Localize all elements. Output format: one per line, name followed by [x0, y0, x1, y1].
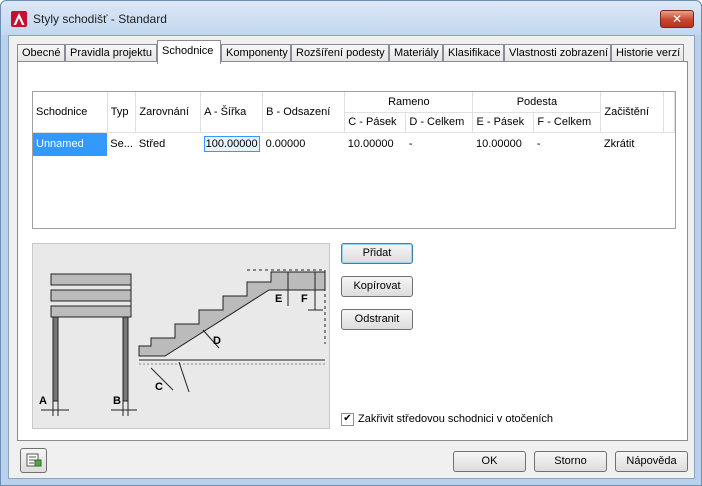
curve-center-stringer-option[interactable]: ✔ Zakřivit středovou schodnici v otočení…	[341, 411, 553, 427]
header-zacisteni[interactable]: Začištění	[600, 92, 664, 133]
label-f: F	[301, 293, 308, 305]
header-zarovnani[interactable]: Zarovnání	[135, 92, 202, 133]
cell-zarovnani[interactable]: Střed	[136, 132, 201, 156]
curve-center-stringer-checkbox[interactable]: ✔	[341, 412, 354, 426]
close-button[interactable]: ✕	[660, 10, 694, 28]
remove-button[interactable]: Odstranit	[341, 309, 413, 330]
stringers-grid: Schodnice Typ Zarovnání A - Šířka B - Od…	[32, 91, 676, 229]
header-e-pasek[interactable]: E - Pásek	[472, 112, 535, 133]
header-d-celkem[interactable]: D - Celkem	[405, 112, 474, 133]
header-group-rameno: Rameno	[344, 92, 474, 113]
label-c: C	[155, 381, 163, 393]
label-a: A	[39, 395, 47, 407]
stringer-diagram: A B C D E F	[39, 269, 326, 416]
copy-button[interactable]: Kopírovat	[341, 276, 413, 297]
window-title: Styly schodišť - Standard	[33, 12, 167, 26]
header-typ[interactable]: Typ	[107, 92, 137, 133]
header-group-podesta: Podesta	[472, 92, 602, 113]
cell-c-pasek[interactable]: 10.00000	[345, 132, 406, 156]
header-c-pasek[interactable]: C - Pásek	[344, 112, 407, 133]
header-a-sirka[interactable]: A - Šířka	[200, 92, 264, 133]
close-icon: ✕	[671, 12, 683, 26]
table-row[interactable]: Unnamed Se... Střed 100.00000 0.00000 10…	[33, 132, 675, 156]
header-b-odsazeni[interactable]: B - Odsazení	[262, 92, 346, 133]
cancel-button[interactable]: Storno	[534, 451, 607, 472]
label-b: B	[113, 395, 121, 407]
help-button[interactable]: Nápověda	[615, 451, 688, 472]
cell-f-celkem[interactable]: -	[534, 132, 601, 156]
add-button[interactable]: Přidat	[341, 243, 413, 264]
cell-a-sirka-editor[interactable]: 100.00000	[203, 136, 260, 153]
header-schodnice[interactable]: Schodnice	[33, 92, 108, 133]
header-f-celkem[interactable]: F - Celkem	[533, 112, 602, 133]
cell-d-celkem[interactable]: -	[406, 132, 473, 156]
curve-center-stringer-label: Zakřivit středovou schodnici v otočeních	[358, 413, 554, 425]
label-d: D	[213, 335, 221, 347]
cell-typ[interactable]: Se...	[107, 132, 136, 156]
checkmark-icon: ✔	[343, 413, 352, 424]
title-bar[interactable]: Styly schodišť - Standard ✕	[1, 1, 701, 35]
stringer-preview-image: A B C D E F	[32, 243, 330, 429]
tab-schodnice[interactable]: Schodnice	[157, 40, 221, 64]
autocad-logo-icon	[11, 11, 27, 27]
cell-a-sirka[interactable]: 100.00000	[201, 132, 263, 156]
cell-schodnice[interactable]: Unnamed	[33, 132, 108, 156]
schodnice-panel: Schodnice Typ Zarovnání A - Šířka B - Od…	[17, 61, 688, 441]
dialog-client: Obecné Pravidla projektu Schodnice Kompo…	[8, 35, 695, 479]
style-manager-icon	[26, 453, 42, 467]
style-manager-button[interactable]	[20, 448, 47, 473]
cell-b-odsazeni[interactable]: 0.00000	[263, 132, 345, 156]
ok-button[interactable]: OK	[453, 451, 526, 472]
cell-zacisteni[interactable]: Zkrátit	[601, 132, 663, 156]
label-e: E	[275, 293, 282, 305]
dialog-window: Styly schodišť - Standard ✕ Obecné Pravi…	[0, 0, 702, 486]
header-filler	[663, 92, 675, 133]
cell-e-pasek[interactable]: 10.00000	[473, 132, 534, 156]
